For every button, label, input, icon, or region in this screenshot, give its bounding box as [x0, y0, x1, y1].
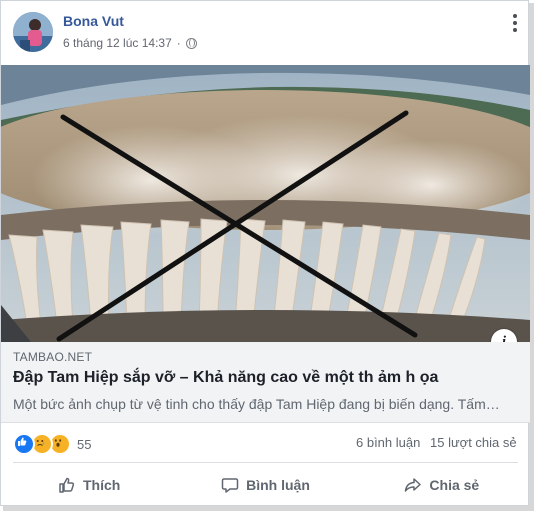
dot-icon — [513, 28, 517, 32]
post-header: Bona Vut 6 tháng 12 lúc 14:37 · — [1, 1, 530, 65]
like-button[interactable]: Thích — [1, 465, 177, 505]
thumbs-up-icon — [59, 477, 75, 493]
author-name[interactable]: Bona Vut — [63, 13, 124, 29]
link-title: Đập Tam Hiệp sắp vỡ – Khả năng cao về mộ… — [13, 369, 439, 386]
link-preview[interactable]: TAMBAO.NET Đập Tam Hiệp sắp vỡ – Khả năn… — [1, 342, 530, 423]
dot-icon — [513, 14, 517, 18]
share-label: Chia sẻ — [429, 477, 480, 493]
like-label: Thích — [82, 477, 121, 493]
card-shadow-bottom — [3, 506, 534, 511]
link-description: Một bức ảnh chụp từ vệ tinh cho thấy đập… — [13, 396, 500, 412]
comment-label: Bình luận — [246, 477, 310, 493]
globe-icon — [185, 37, 197, 49]
avatar-image — [13, 12, 53, 52]
post-timestamp[interactable]: 6 tháng 12 lúc 14:37 — [63, 36, 172, 50]
reaction-count: 55 — [77, 436, 92, 452]
action-bar: Thích Bình luận Chia sẻ — [1, 465, 530, 505]
link-domain: TAMBAO.NET — [13, 350, 93, 364]
more-options-button[interactable] — [505, 13, 525, 33]
share-button[interactable]: Chia sẻ — [354, 465, 530, 505]
like-reaction-icon — [13, 433, 35, 455]
comment-count[interactable]: 6 bình luận — [356, 435, 420, 450]
post-card: Bona Vut 6 tháng 12 lúc 14:37 · TAMBAO.N… — [0, 0, 530, 506]
reaction-summary[interactable]: 55 — [13, 433, 91, 455]
share-icon — [405, 478, 422, 492]
post-meta: 6 tháng 12 lúc 14:37 · — [63, 36, 197, 50]
share-count[interactable]: 15 lượt chia sẻ — [430, 435, 517, 450]
dam-photo — [1, 65, 530, 342]
link-preview-image[interactable] — [1, 65, 530, 342]
comment-button[interactable]: Bình luận — [177, 465, 353, 505]
dot-icon — [513, 21, 517, 25]
comment-icon — [221, 478, 239, 493]
avatar[interactable] — [13, 12, 53, 52]
divider — [13, 462, 518, 463]
post-stats: 55 6 bình luận 15 lượt chia sẻ — [1, 422, 530, 462]
